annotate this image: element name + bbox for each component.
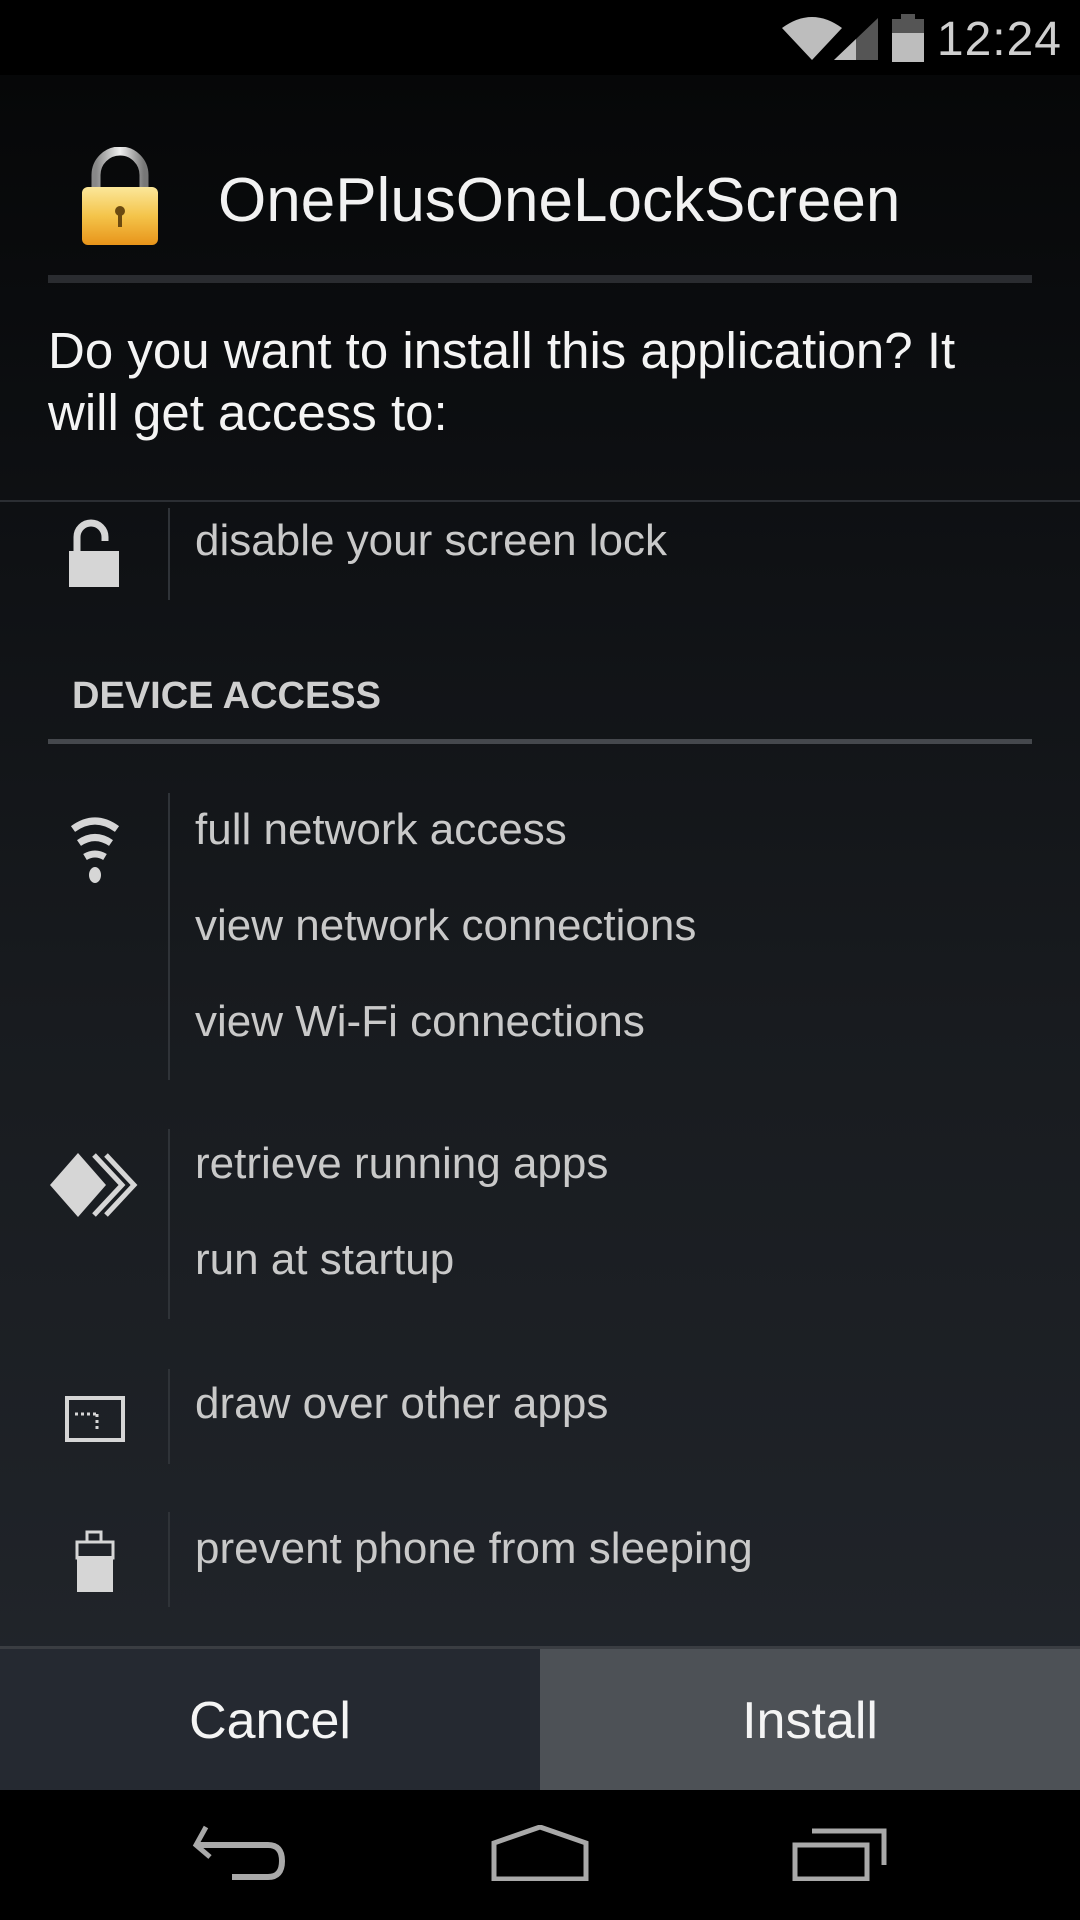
install-dialog: OnePlusOneLockScreen Do you want to inst… bbox=[0, 75, 1080, 1790]
window-overlay-icon bbox=[55, 1379, 135, 1459]
permission-group-network: full network access view network connect… bbox=[0, 793, 1080, 1080]
permission-item: full network access bbox=[195, 805, 567, 854]
permission-item: disable your screen lock bbox=[195, 516, 668, 565]
wifi-icon bbox=[55, 811, 135, 891]
dialog-button-bar: Cancel Install bbox=[0, 1646, 1080, 1793]
cancel-button[interactable]: Cancel bbox=[0, 1649, 540, 1793]
status-bar: 12:24 bbox=[0, 0, 1080, 75]
back-button[interactable] bbox=[180, 1820, 300, 1890]
apps-chevron-icon bbox=[50, 1145, 142, 1225]
permission-divider bbox=[168, 508, 170, 600]
install-question: Do you want to install this application?… bbox=[48, 322, 956, 441]
permission-group-screen-lock: disable your screen lock bbox=[0, 508, 1080, 600]
home-icon bbox=[490, 1823, 590, 1886]
battery-icon bbox=[892, 14, 924, 67]
permission-item: view network connections bbox=[195, 901, 697, 950]
title-divider bbox=[48, 275, 1032, 283]
permission-divider bbox=[168, 1512, 170, 1607]
padlock-app-icon bbox=[78, 146, 162, 247]
back-arrow-icon bbox=[192, 1825, 288, 1886]
recents-button[interactable] bbox=[780, 1820, 900, 1890]
permission-item: view Wi-Fi connections bbox=[195, 997, 645, 1046]
list-divider bbox=[0, 500, 1080, 502]
section-header-device-access: DEVICE ACCESS bbox=[72, 675, 381, 717]
permission-item: prevent phone from sleeping bbox=[195, 1524, 753, 1573]
permission-divider bbox=[168, 1129, 170, 1319]
home-button[interactable] bbox=[480, 1820, 600, 1890]
permission-item: retrieve running apps bbox=[195, 1139, 609, 1188]
battery-icon bbox=[55, 1522, 135, 1602]
cell-signal-icon bbox=[832, 14, 880, 67]
app-title: OnePlusOneLockScreen bbox=[218, 166, 901, 235]
permission-group-overlay: draw over other apps bbox=[0, 1369, 1080, 1464]
permission-divider bbox=[168, 793, 170, 1080]
permission-group-wakelock: prevent phone from sleeping bbox=[0, 1512, 1080, 1607]
install-button[interactable]: Install bbox=[540, 1649, 1080, 1793]
navigation-bar bbox=[0, 1790, 1080, 1920]
permission-item: run at startup bbox=[195, 1235, 455, 1284]
section-divider bbox=[48, 739, 1032, 744]
dialog-title-row: OnePlusOneLockScreen bbox=[0, 75, 1080, 275]
status-time: 12:24 bbox=[936, 13, 1062, 66]
recents-icon bbox=[792, 1825, 888, 1886]
permission-divider bbox=[168, 1369, 170, 1464]
permission-item: draw over other apps bbox=[195, 1379, 609, 1428]
unlocked-padlock-icon bbox=[55, 513, 135, 593]
permission-group-apps: retrieve running apps run at startup bbox=[0, 1129, 1080, 1319]
